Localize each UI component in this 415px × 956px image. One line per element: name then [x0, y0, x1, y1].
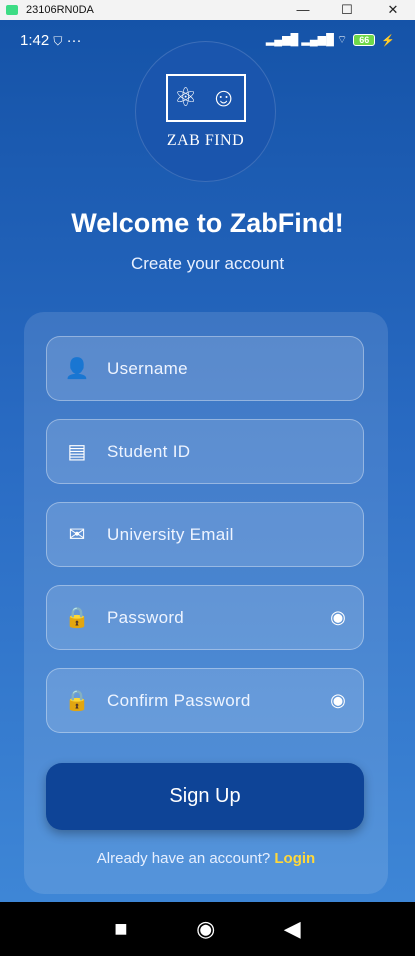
university-emblem: ⚛ ☺	[165, 73, 246, 122]
password-label: Password	[107, 607, 185, 627]
maximize-button[interactable]: ☐	[332, 0, 362, 20]
email-field[interactable]: ✉ University Email	[46, 502, 364, 567]
clock: 1:42	[20, 31, 50, 49]
login-link[interactable]: Login	[274, 850, 315, 867]
confirm-password-field[interactable]: 🔒 Confirm Password ◉	[46, 668, 364, 733]
page-title: Welcome to ZabFind!	[71, 208, 344, 238]
back-button[interactable]: ◀	[284, 916, 301, 942]
email-label: University Email	[107, 524, 234, 544]
logo-text: ZAB FIND	[166, 131, 245, 149]
battery-icon: 66	[353, 34, 376, 46]
visibility-off-icon[interactable]: ◉	[313, 607, 363, 628]
home-button[interactable]: ◉	[196, 916, 215, 942]
app-logo: ⚛ ☺ ZAB FIND	[135, 41, 276, 182]
password-field[interactable]: 🔒 Password ◉	[46, 585, 364, 650]
username-field[interactable]: 👤 Username	[46, 336, 364, 401]
login-prompt-text: Already have an account?	[96, 850, 271, 867]
android-icon	[6, 5, 18, 15]
minimize-button[interactable]: —	[288, 0, 318, 20]
charging-icon: ⚡	[381, 34, 395, 47]
more-icon: ···	[66, 31, 82, 49]
close-button[interactable]: ✕	[378, 0, 408, 20]
signup-screen: 1:42 ⛉ ··· ▂▄▆█ ▂▄▆█ ⌔ 66 ⚡ ⚛ ☺ ZAB FIND We…	[0, 20, 415, 902]
confirm-password-label: Confirm Password	[107, 690, 251, 710]
student-id-field[interactable]: ▤ Student ID	[46, 419, 364, 484]
recents-button[interactable]: ■	[114, 916, 127, 942]
sign-up-button[interactable]: Sign Up	[46, 763, 364, 830]
vpn-icon: ⛉	[53, 33, 63, 48]
signup-form: 👤 Username ▤ Student ID ✉ University Email …	[24, 312, 388, 894]
lock-icon: 🔒	[64, 607, 90, 629]
signal-icon: ▂▄▆█ ▂▄▆█ ⌔	[265, 34, 348, 46]
email-icon: ✉	[68, 524, 86, 546]
badge-icon: ▤	[67, 441, 87, 463]
window-title: 23106RN0DA	[26, 4, 94, 16]
login-prompt: Already have an account? Login	[24, 850, 388, 867]
system-nav-bar: ■ ◉ ◀	[0, 902, 415, 956]
lock-icon: 🔒	[64, 690, 90, 712]
student-id-label: Student ID	[107, 441, 191, 461]
page-subtitle: Create your account	[130, 254, 285, 273]
username-label: Username	[107, 358, 188, 378]
visibility-off-icon[interactable]: ◉	[313, 690, 363, 711]
window-titlebar: 23106RN0DA — ☐ ✕	[0, 0, 415, 20]
account-circle-icon: 👤	[64, 358, 90, 380]
